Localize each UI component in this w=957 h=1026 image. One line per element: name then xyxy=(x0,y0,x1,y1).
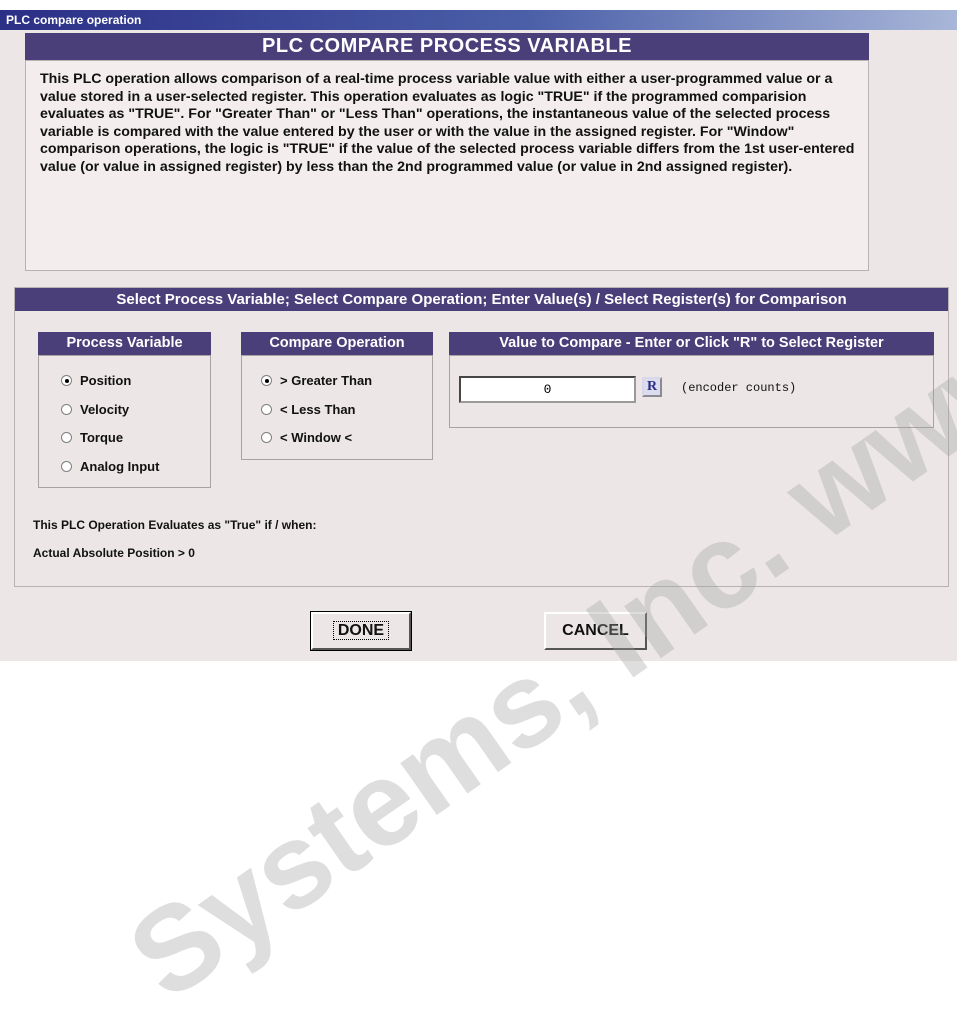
radio-velocity-label: Velocity xyxy=(80,402,130,417)
top-strip xyxy=(0,0,957,10)
radio-position-label: Position xyxy=(80,373,132,388)
radio-window[interactable]: < Window < xyxy=(261,430,352,445)
radio-torque-button[interactable] xyxy=(61,432,72,443)
description-text: This PLC operation allows comparison of … xyxy=(25,60,869,271)
radio-window-button[interactable] xyxy=(261,432,272,443)
radio-less-than-button[interactable] xyxy=(261,404,272,415)
select-register-button[interactable]: R xyxy=(642,377,662,397)
radio-window-label: < Window < xyxy=(280,430,353,445)
radio-analog-input-button[interactable] xyxy=(61,461,72,472)
radio-less-than[interactable]: < Less Than xyxy=(261,402,356,417)
radio-position[interactable]: Position xyxy=(61,373,131,388)
compare-operation-title: Compare Operation xyxy=(241,332,433,355)
radio-position-button[interactable] xyxy=(61,375,72,386)
dialog-window: PLC compare operation PLC COMPARE PROCES… xyxy=(0,0,957,1025)
radio-analog-input[interactable]: Analog Input xyxy=(61,459,159,474)
units-label: (encoder counts) xyxy=(681,381,797,395)
section-header: Select Process Variable; Select Compare … xyxy=(15,288,948,311)
radio-velocity-button[interactable] xyxy=(61,404,72,415)
radio-analog-input-label: Analog Input xyxy=(80,459,160,474)
process-variable-title: Process Variable xyxy=(38,332,211,355)
radio-greater-than-label: > Greater Than xyxy=(280,373,373,388)
page-title: PLC COMPARE PROCESS VARIABLE xyxy=(25,33,869,60)
evaluation-label: This PLC Operation Evaluates as "True" i… xyxy=(33,518,317,532)
radio-greater-than[interactable]: > Greater Than xyxy=(261,373,372,388)
done-button[interactable]: DONE xyxy=(310,611,412,651)
cancel-button[interactable]: CANCEL xyxy=(544,612,647,650)
radio-velocity[interactable]: Velocity xyxy=(61,402,129,417)
radio-greater-than-button[interactable] xyxy=(261,375,272,386)
done-button-label: DONE xyxy=(332,621,390,640)
evaluation-expression: Actual Absolute Position > 0 xyxy=(33,546,195,560)
radio-torque-label: Torque xyxy=(80,430,124,445)
radio-less-than-label: < Less Than xyxy=(280,402,356,417)
title-bar[interactable]: PLC compare operation xyxy=(0,10,957,30)
radio-torque[interactable]: Torque xyxy=(61,430,123,445)
compare-value-input[interactable]: 0 xyxy=(459,376,636,403)
value-to-compare-title: Value to Compare - Enter or Click "R" to… xyxy=(449,332,934,355)
